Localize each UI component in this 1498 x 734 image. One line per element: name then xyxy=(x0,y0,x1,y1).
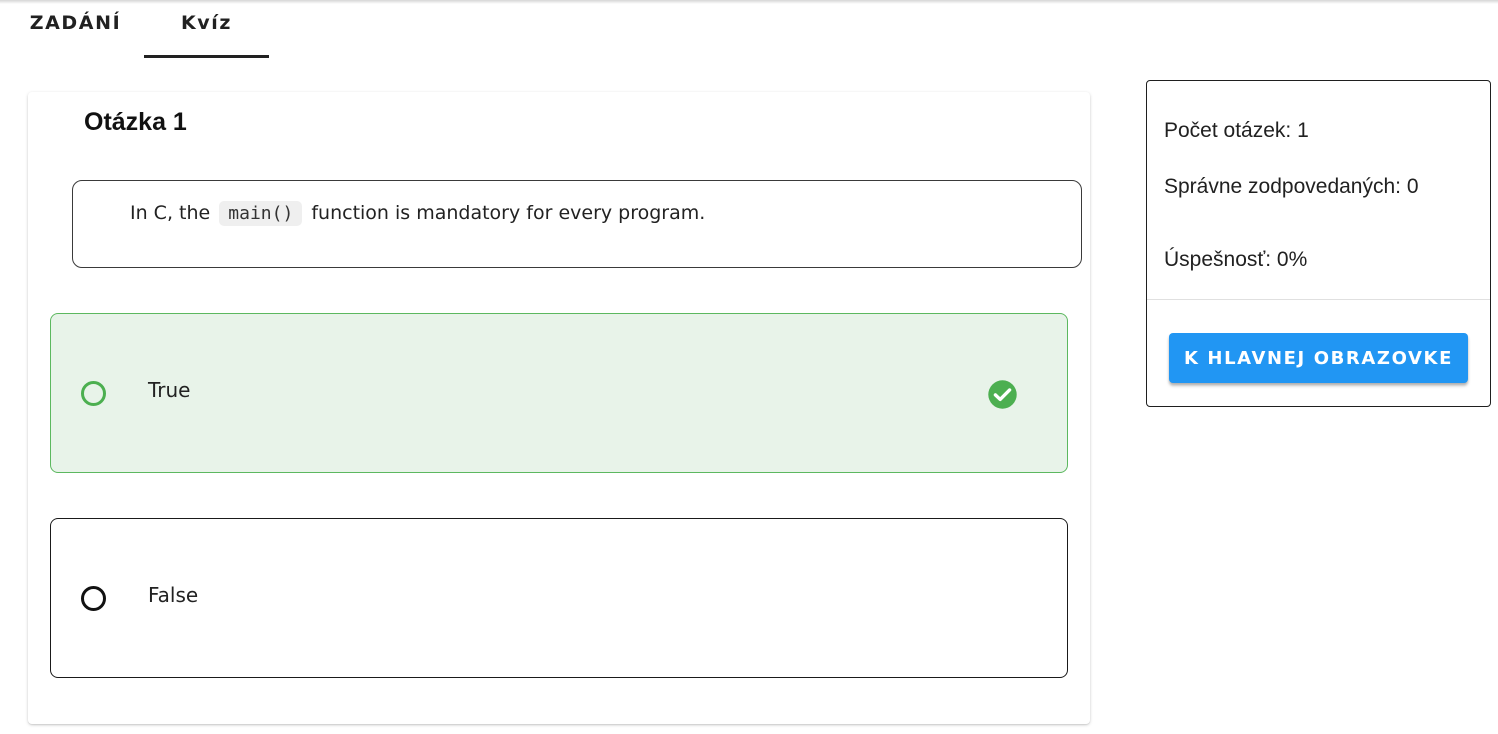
tab-bar: ZADÁNÍ Kvíz xyxy=(0,0,300,58)
question-text: In C, the main() function is mandatory f… xyxy=(130,201,705,226)
home-button[interactable]: K HLAVNEJ OBRAZOVKE xyxy=(1169,333,1468,383)
question-title: Otázka 1 xyxy=(84,108,187,136)
question-card: Otázka 1 In C, the main() function is ma… xyxy=(28,92,1090,724)
question-box: In C, the main() function is mandatory f… xyxy=(72,180,1082,268)
stats-divider xyxy=(1147,299,1490,300)
active-tab-indicator xyxy=(144,55,269,58)
stat-success-rate: Úspešnosť: 0% xyxy=(1164,248,1308,271)
answer-label-true: True xyxy=(148,378,191,402)
stats-card: Počet otázek: 1 Správne zodpovedaných: 0… xyxy=(1146,80,1491,407)
tab-kviz[interactable]: Kvíz xyxy=(144,0,269,52)
question-text-after: function is mandatory for every program. xyxy=(311,202,706,224)
check-circle-icon xyxy=(988,380,1017,409)
tab-zadani[interactable]: ZADÁNÍ xyxy=(18,0,133,52)
answer-option-false[interactable]: False xyxy=(50,518,1068,678)
radio-false[interactable] xyxy=(81,586,106,611)
stat-question-count: Počet otázek: 1 xyxy=(1164,119,1309,142)
answer-option-true[interactable]: True xyxy=(50,313,1068,473)
question-text-before: In C, the xyxy=(130,202,211,224)
answer-label-false: False xyxy=(148,583,199,607)
radio-true[interactable] xyxy=(81,381,106,406)
stat-correct-answers: Správne zodpovedaných: 0 xyxy=(1164,175,1419,198)
question-code: main() xyxy=(219,201,303,226)
